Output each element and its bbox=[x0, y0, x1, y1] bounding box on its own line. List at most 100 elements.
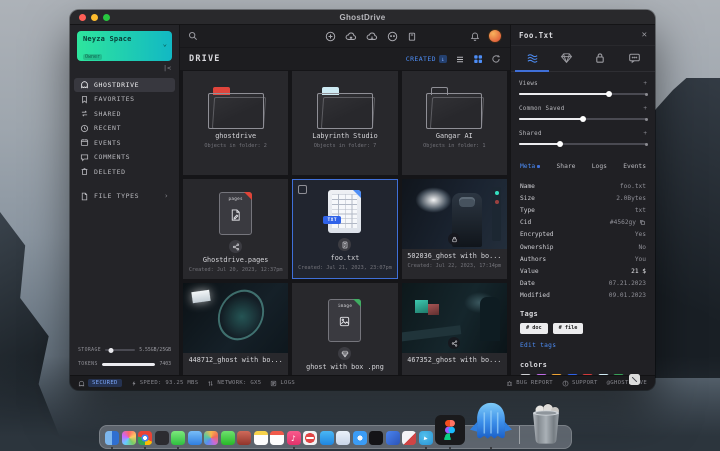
tab-activity[interactable] bbox=[515, 46, 549, 72]
sidebar-item-deleted[interactable]: DELETED bbox=[74, 165, 175, 179]
ghost-actions-icon[interactable] bbox=[387, 31, 398, 42]
dock-telegram-icon[interactable] bbox=[419, 431, 433, 445]
tab-events[interactable]: Events bbox=[623, 163, 646, 170]
dock-photos-icon[interactable] bbox=[204, 431, 218, 445]
dock-trash-icon[interactable] bbox=[526, 403, 566, 445]
share-icon[interactable] bbox=[448, 337, 460, 349]
add-icon[interactable] bbox=[325, 31, 336, 42]
file-card-foo-txt[interactable]: TXT foo.txt Created: Jul 21, 2023, 23:07… bbox=[292, 179, 397, 279]
slider-handle[interactable] bbox=[580, 116, 586, 122]
tab-gem[interactable] bbox=[549, 46, 583, 72]
dock-mail-icon[interactable] bbox=[188, 431, 202, 445]
slider-handle[interactable] bbox=[606, 91, 612, 97]
slider-add-icon[interactable]: + bbox=[643, 80, 647, 87]
dock-notion-icon[interactable] bbox=[155, 431, 169, 445]
dock-xcode-icon[interactable] bbox=[336, 431, 350, 445]
bug-report-button[interactable]: BUG REPORT bbox=[506, 380, 553, 387]
folder-card-ghostdrive[interactable]: ghostdrive Objects in folder: 2 bbox=[183, 71, 288, 175]
file-card-ghostdrive-pages[interactable]: pages Ghostdrive.pages Created: Jul 20, … bbox=[183, 179, 288, 279]
dock-chrome-icon[interactable] bbox=[138, 431, 152, 445]
folder-card-gangar-ai[interactable]: Gangar AI Objects in folder: 1 bbox=[402, 71, 507, 175]
file-name: ghost with box .png bbox=[306, 363, 384, 371]
ghost-icon bbox=[78, 380, 85, 387]
bell-icon[interactable] bbox=[470, 31, 480, 42]
lock-icon[interactable] bbox=[448, 233, 460, 245]
collapse-sidebar-icon[interactable]: |< bbox=[163, 64, 171, 72]
meta-row-ownership: OwnershipNo bbox=[520, 241, 646, 253]
select-checkbox[interactable] bbox=[298, 185, 307, 194]
tab-security[interactable] bbox=[583, 46, 617, 72]
slider-track[interactable] bbox=[519, 141, 647, 146]
tag-chip-doc[interactable]: # doc bbox=[520, 323, 548, 334]
drive-header: DRIVE CREATED ↓ bbox=[180, 48, 510, 70]
dock-figma-icon[interactable] bbox=[435, 415, 465, 445]
sidebar-item-file-types[interactable]: FILE TYPES › bbox=[74, 190, 175, 203]
space-switcher[interactable]: Neyza Space Owner ⌄ bbox=[77, 31, 172, 61]
dock-ghostdrive-app-icon[interactable] bbox=[468, 399, 514, 445]
storage-slider[interactable] bbox=[105, 349, 135, 351]
dock-little-snitch-icon[interactable] bbox=[402, 431, 416, 445]
tab-meta[interactable]: Meta bbox=[520, 163, 540, 170]
ghostdrive-handle[interactable]: @GHOSTDRIVE bbox=[607, 380, 647, 386]
dock-finder-icon[interactable] bbox=[105, 431, 119, 445]
dock-app-store-icon[interactable] bbox=[320, 431, 334, 445]
image-card-467352[interactable]: 467352_ghost with bo... bbox=[402, 283, 507, 375]
sort-by-created-button[interactable]: CREATED ↓ bbox=[406, 55, 447, 63]
sidebar-item-ghostdrive[interactable]: GHOSTDRIVE bbox=[74, 78, 175, 92]
dock-terminal-icon[interactable] bbox=[369, 431, 383, 445]
tab-share[interactable]: Share bbox=[556, 163, 575, 170]
copy-icon[interactable] bbox=[639, 219, 646, 226]
sidebar-item-shared[interactable]: SHARED bbox=[74, 107, 175, 121]
dock-messages-icon[interactable] bbox=[171, 431, 185, 445]
slider-track[interactable] bbox=[519, 91, 647, 96]
sidebar-item-recent[interactable]: RECENT bbox=[74, 122, 175, 136]
slider-handle[interactable] bbox=[557, 141, 563, 147]
dock-launchpad-icon[interactable] bbox=[122, 431, 136, 445]
sidebar-item-comments[interactable]: COMMENTS bbox=[74, 151, 175, 165]
slider-add-icon[interactable]: + bbox=[643, 130, 647, 137]
tab-logs[interactable]: Logs bbox=[592, 163, 607, 170]
slider-add-icon[interactable]: + bbox=[643, 105, 647, 112]
colors-title: colors bbox=[520, 361, 646, 369]
document-icon[interactable] bbox=[338, 238, 351, 251]
close-icon[interactable]: ✕ bbox=[642, 30, 647, 40]
toolbar-right bbox=[470, 29, 502, 43]
grid-view-icon[interactable] bbox=[473, 54, 483, 64]
edit-tags-link[interactable]: Edit tags bbox=[520, 342, 646, 349]
refresh-icon[interactable] bbox=[491, 54, 501, 64]
logs-status[interactable]: LOGS bbox=[270, 380, 295, 387]
sidebar-item-events[interactable]: EVENTS bbox=[74, 136, 175, 150]
dock-photo-booth-icon[interactable] bbox=[237, 431, 251, 445]
cloud-upload-icon[interactable] bbox=[345, 31, 357, 42]
sidebar-item-favorites[interactable]: FAVORITES bbox=[74, 93, 175, 107]
gem-icon[interactable] bbox=[338, 347, 351, 360]
cloud-download-icon[interactable] bbox=[366, 31, 378, 42]
archive-icon[interactable] bbox=[407, 31, 417, 42]
share-icon[interactable] bbox=[229, 240, 242, 253]
secured-status[interactable]: SECURED bbox=[78, 379, 122, 387]
file-name: foo.txt bbox=[331, 254, 360, 262]
picture-icon bbox=[338, 315, 351, 328]
file-card-ghost-with-box-png[interactable]: image ghost with box .png bbox=[292, 283, 397, 375]
dock-safari-icon[interactable] bbox=[353, 431, 367, 445]
image-card-448712[interactable]: 448712_ghost with bo... bbox=[183, 283, 288, 375]
support-button[interactable]: SUPPORT bbox=[562, 380, 598, 387]
folder-card-labyrinth-studio[interactable]: Labyrinth Studio Objects in folder: 7 bbox=[292, 71, 397, 175]
image-card-502036[interactable]: 502036_ghost with bo... Created: Jul 22,… bbox=[402, 179, 507, 279]
dock-do-not-disturb-icon[interactable] bbox=[303, 431, 317, 445]
dock-pixelmator-icon[interactable] bbox=[386, 431, 400, 445]
avatar[interactable] bbox=[488, 29, 502, 43]
slider-track[interactable] bbox=[519, 116, 647, 121]
tab-comments[interactable] bbox=[617, 46, 651, 72]
color-swatch-custom[interactable] bbox=[629, 374, 640, 385]
storage-slider-handle[interactable] bbox=[109, 348, 114, 353]
list-view-icon[interactable] bbox=[455, 55, 465, 64]
dock-notes-icon[interactable] bbox=[254, 431, 268, 445]
search-input[interactable] bbox=[202, 31, 272, 41]
tag-chip-file[interactable]: # file bbox=[553, 323, 584, 334]
titlebar[interactable]: GhostDrive bbox=[70, 10, 655, 25]
dock-facetime-icon[interactable] bbox=[221, 431, 235, 445]
sidebar-item-label: GHOSTDRIVE bbox=[94, 81, 139, 89]
dock-calendar-icon[interactable] bbox=[270, 431, 284, 445]
dock-music-icon[interactable]: ♪ bbox=[287, 431, 301, 445]
